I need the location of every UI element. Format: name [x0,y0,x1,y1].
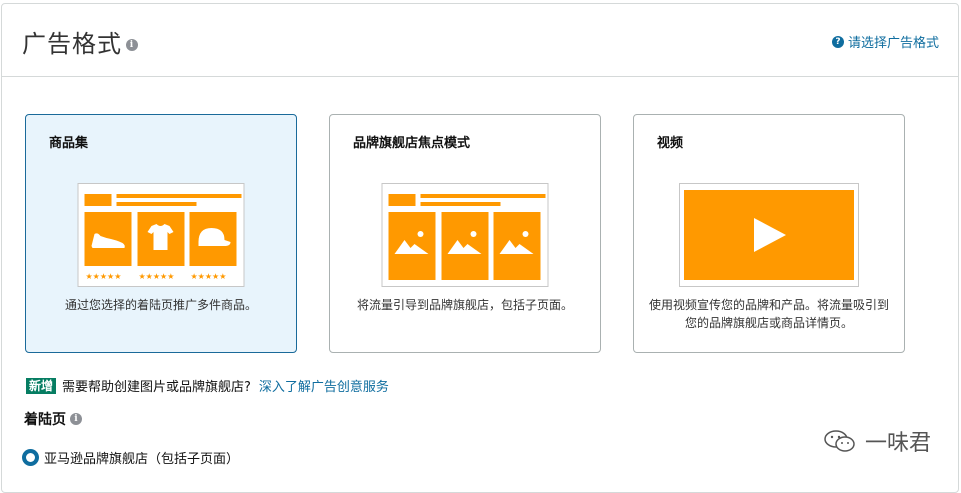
landing-page-option-label: 亚马逊品牌旗舰店（包括子页面） [44,452,240,467]
watermark: 一味君 [823,425,931,457]
info-icon[interactable]: i [126,38,138,51]
card-description: 通过您选择的着陆页推广多件商品。 [64,298,257,312]
format-card-video[interactable]: 视频 使用视频宣传您的品牌和产品。将流量吸引到您的品牌旗舰店或商品详情页。 [633,114,905,353]
card-title: 品牌旗舰店焦点模式 [353,136,471,151]
card-description: 将流量引导到品牌旗舰店，包括子页面。 [356,298,573,312]
watermark-text: 一味君 [864,431,931,456]
help-link-label: 请选择广告格式 [847,36,939,51]
format-card-product-collection[interactable]: 商品集 ★★★★★ ★★★★★ ★★★★★ 通过您选择的着陆页推广多件商品。 [25,114,297,353]
svg-text:★★★★★: ★★★★★ [139,272,175,281]
page-title: 广告格式 i [22,24,138,59]
landing-page-option-store[interactable]: 亚马逊品牌旗舰店（包括子页面） [22,448,239,467]
page-title-text: 广告格式 [22,30,122,58]
landing-page-title-text: 着陆页 [24,412,66,428]
product-collection-illustration: ★★★★★ ★★★★★ ★★★★★ [77,183,245,287]
panel-header: 广告格式 i ? 请选择广告格式 [2,4,958,77]
card-title: 视频 [657,136,684,151]
video-illustration [679,183,859,287]
card-description: 使用视频宣传您的品牌和产品。将流量吸引到您的品牌旗舰店或商品详情页。 [648,298,889,330]
landing-page-title: 着陆页 i [24,409,82,429]
help-link[interactable]: ? 请选择广告格式 [831,32,939,51]
store-spotlight-illustration [381,183,549,287]
format-card-store-spotlight[interactable]: 品牌旗舰店焦点模式 将流量引导到品牌旗舰店，包括子页面。 [329,114,601,353]
wechat-icon [824,430,855,452]
info-icon[interactable]: i [70,413,82,425]
creative-services-link[interactable]: 深入了解广告创意服务 [259,376,389,395]
promo-line: 新增 需要帮助创建图片或品牌旗舰店? 深入了解广告创意服务 [26,376,389,395]
svg-text:★★★★★: ★★★★★ [191,272,227,281]
svg-text:★★★★★: ★★★★★ [86,272,122,281]
radio-selected[interactable] [22,449,39,466]
help-icon: ? [831,35,844,48]
promo-text: 需要帮助创建图片或品牌旗舰店? [62,380,251,395]
new-badge: 新增 [26,377,57,394]
card-title: 商品集 [49,136,89,151]
